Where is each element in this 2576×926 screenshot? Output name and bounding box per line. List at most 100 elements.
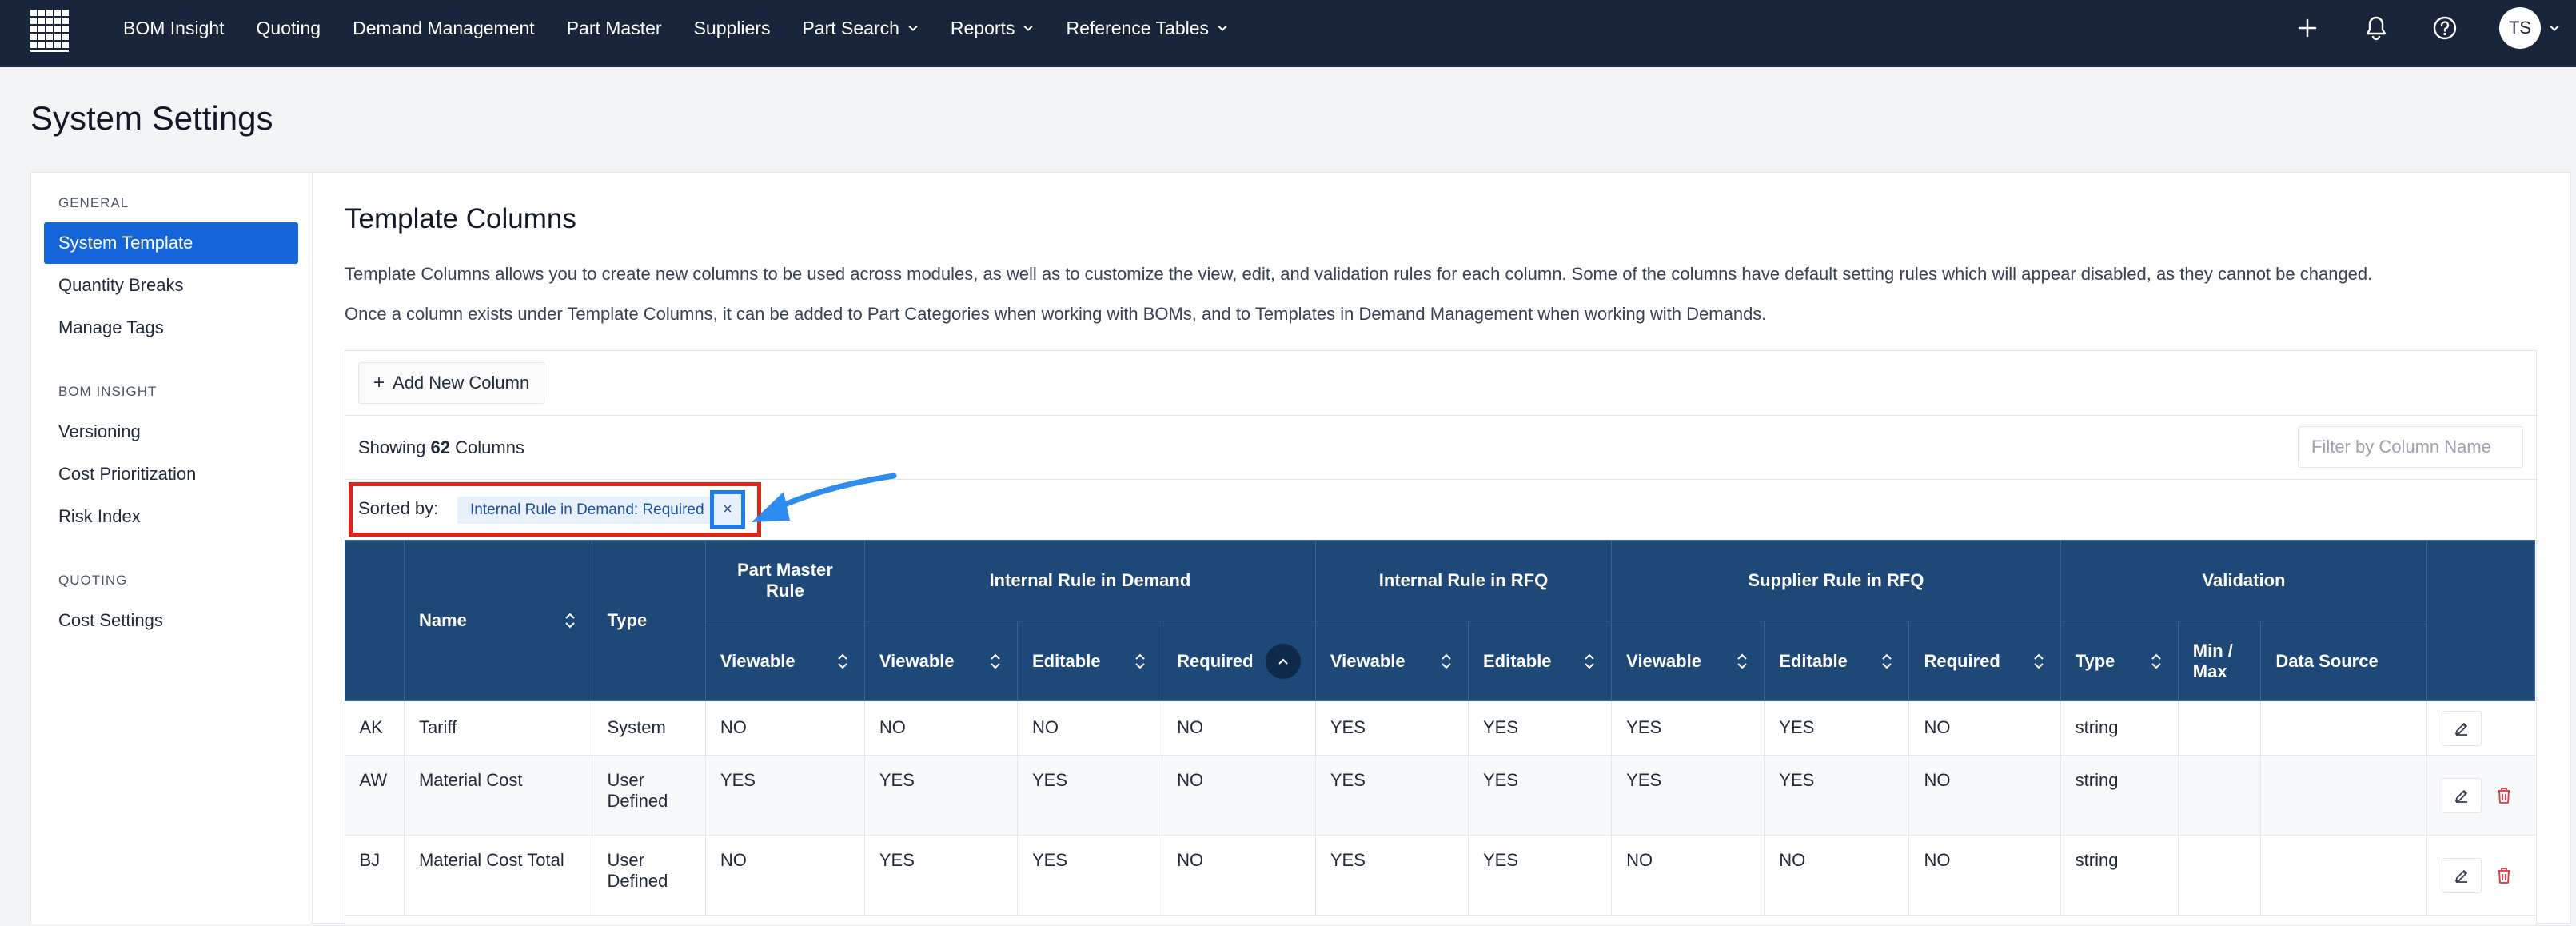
add-new-column-button[interactable]: + Add New Column [358, 362, 545, 404]
table-row: AW Material Cost User Defined YES YES YES NO YE… [345, 755, 2535, 836]
cell-sr-viewable: YES [1611, 700, 1765, 756]
validation-header: Validation [2060, 540, 2428, 621]
bell-icon[interactable] [2362, 14, 2391, 42]
col-v-source-header: Data Source [2260, 621, 2428, 701]
sort-icon[interactable] [2032, 653, 2046, 670]
sort-ascending-icon[interactable] [1265, 643, 1301, 679]
cell-ir-editable: YES [1468, 835, 1613, 916]
cell-code: AK [345, 700, 405, 756]
showing-prefix: Showing [358, 437, 426, 457]
sort-icon[interactable] [1133, 653, 1147, 670]
col-actions-header [2426, 540, 2535, 701]
col-id-editable-header[interactable]: Editable [1016, 621, 1163, 701]
sort-icon[interactable] [988, 653, 1003, 670]
sidebar-item-cost-settings[interactable]: Cost Settings [44, 600, 298, 641]
sidebar-section-quoting: QUOTING [58, 573, 128, 588]
divider [345, 479, 2538, 480]
col-sr-required-header[interactable]: Required [1908, 621, 2061, 701]
col-sr-viewable-header[interactable]: Viewable [1611, 621, 1765, 701]
app-logo-icon[interactable] [29, 8, 74, 53]
col-header-label: Viewable [720, 650, 796, 671]
col-id-viewable-header[interactable]: Viewable [863, 621, 1018, 701]
sort-icon[interactable] [835, 653, 850, 670]
nav-item-label: Part Search [802, 17, 899, 38]
user-avatar[interactable]: TS [2499, 7, 2541, 49]
sorted-by-label: Sorted by: [358, 498, 439, 518]
help-icon[interactable] [2430, 14, 2459, 42]
col-ir-viewable-header[interactable]: Viewable [1314, 621, 1469, 701]
col-header-label: Viewable [1626, 650, 1701, 671]
trash-icon[interactable] [2488, 858, 2520, 893]
nav-item-suppliers[interactable]: Suppliers [694, 18, 771, 39]
col-v-type-header[interactable]: Type [2060, 621, 2179, 701]
cell-sr-viewable: NO [1611, 835, 1765, 916]
nav-item-quoting[interactable]: Quoting [257, 18, 321, 39]
cell-actions [2426, 755, 2535, 836]
sidebar-item-cost-prioritization[interactable]: Cost Prioritization [44, 453, 298, 495]
nav-item-label: Suppliers [693, 17, 771, 38]
sidebar-item-quantity-breaks[interactable]: Quantity Breaks [44, 265, 298, 306]
cell-type: User Defined [592, 835, 706, 916]
edit-icon[interactable] [2442, 711, 2482, 746]
col-ir-editable-header[interactable]: Editable [1467, 621, 1613, 701]
nav-item-reference-tables[interactable]: Reference Tables [1066, 18, 1228, 39]
cell-v-type: string [2060, 755, 2179, 836]
sort-icon[interactable] [2149, 653, 2163, 670]
sidebar-item-system-template[interactable]: System Template [44, 222, 298, 264]
nav-item-label: Reference Tables [1066, 17, 1210, 38]
cell-v-minmax [2178, 755, 2262, 836]
template-columns-table: Name Type Part Master Rule Internal Rule… [345, 540, 2535, 916]
table-row: AK Tariff System NO NO NO NO YES YES YES YES NO stri… [345, 700, 2535, 756]
col-header-label: Editable [1482, 650, 1552, 671]
cell-id-required: NO [1162, 700, 1316, 756]
sort-icon[interactable] [1735, 653, 1749, 670]
sidebar-item-manage-tags[interactable]: Manage Tags [44, 307, 298, 349]
trash-icon[interactable] [2488, 778, 2520, 813]
sort-icon[interactable] [563, 612, 577, 629]
col-id-required-header[interactable]: Required [1162, 621, 1316, 701]
sort-icon[interactable] [1439, 653, 1453, 670]
cell-pm-viewable: NO [705, 700, 865, 756]
settings-sidebar: GENERAL System Template Quantity Breaks … [31, 173, 313, 924]
cell-ir-viewable: YES [1315, 755, 1469, 836]
column-count-text: Showing 62 Columns [358, 437, 524, 458]
col-pm-viewable-header[interactable]: Viewable [704, 621, 865, 701]
cell-v-source [2260, 755, 2428, 836]
cell-id-required: NO [1162, 835, 1316, 916]
edit-icon[interactable] [2442, 778, 2482, 813]
col-name-label: Name [418, 610, 467, 630]
settings-content: Template Columns Template Columns allows… [313, 173, 2572, 926]
nav-item-reports[interactable]: Reports [951, 18, 1035, 39]
nav-item-label: Reports [950, 17, 1015, 38]
chevron-down-icon[interactable] [2549, 22, 2560, 34]
filter-column-name-input[interactable] [2298, 426, 2523, 468]
section-title: Template Columns [345, 203, 576, 234]
col-header-label: Viewable [879, 650, 955, 671]
cell-code: AW [345, 755, 405, 836]
chevron-down-icon [908, 25, 918, 31]
edit-icon[interactable] [2442, 858, 2482, 893]
nav-item-label: Part Master [566, 17, 662, 38]
cell-id-viewable: YES [864, 755, 1018, 836]
cell-ir-viewable: YES [1315, 700, 1469, 756]
nav-item-bom-insight[interactable]: BOM Insight [123, 18, 225, 39]
plus-icon[interactable] [2293, 14, 2322, 42]
sidebar-item-versioning[interactable]: Versioning [44, 411, 298, 453]
sort-icon[interactable] [1582, 653, 1597, 670]
showing-suffix: Columns [455, 437, 524, 457]
col-header-label: Data Source [2275, 650, 2379, 671]
cell-sr-required: NO [1908, 700, 2061, 756]
nav-item-part-master[interactable]: Part Master [567, 18, 662, 39]
nav-item-demand-management[interactable]: Demand Management [353, 18, 535, 39]
col-name-header[interactable]: Name [403, 540, 593, 701]
sidebar-item-risk-index[interactable]: Risk Index [44, 496, 298, 537]
col-header-label: Min / Max [2192, 640, 2233, 681]
col-header-label: Viewable [1330, 650, 1406, 671]
col-code-header [345, 540, 405, 701]
cell-ir-viewable: YES [1315, 835, 1469, 916]
col-type-header: Type [592, 540, 706, 701]
nav-item-part-search[interactable]: Part Search [802, 18, 918, 39]
col-sr-editable-header[interactable]: Editable [1764, 621, 1910, 701]
cell-actions [2426, 835, 2535, 916]
sort-icon[interactable] [1880, 653, 1894, 670]
